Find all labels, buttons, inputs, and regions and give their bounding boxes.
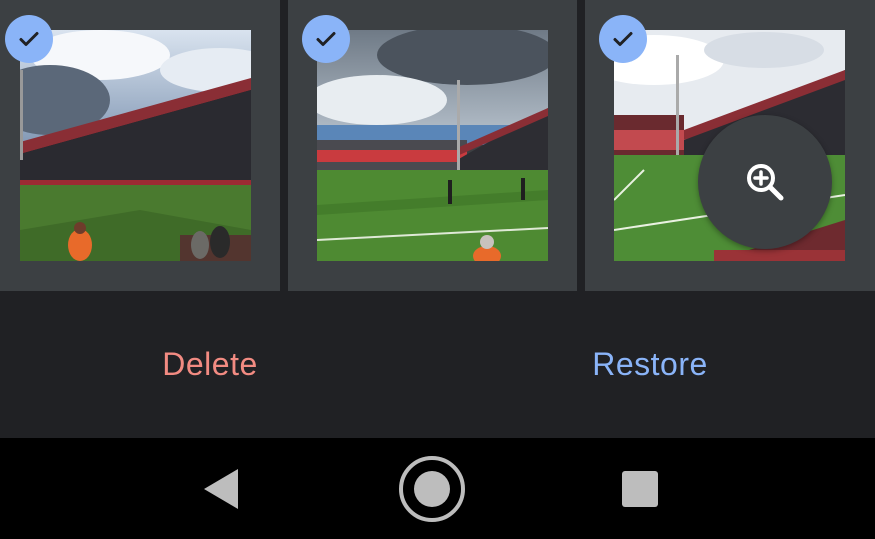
delete-button[interactable]: Delete xyxy=(105,291,315,438)
photo-thumbnail-2[interactable] xyxy=(317,30,548,261)
check-icon xyxy=(316,32,336,46)
home-button[interactable] xyxy=(372,438,492,539)
zoom-in-button[interactable] xyxy=(698,115,832,249)
photo-tile-2[interactable] xyxy=(288,0,577,291)
back-button[interactable] xyxy=(160,438,280,539)
selected-check-3[interactable] xyxy=(599,15,647,63)
back-triangle-icon xyxy=(204,468,238,509)
action-bar: Delete Restore xyxy=(0,291,875,438)
photo-tile-1[interactable] xyxy=(0,0,280,291)
photo-thumbnail-1[interactable] xyxy=(20,30,251,261)
zoom-in-icon xyxy=(747,164,784,201)
recents-button[interactable] xyxy=(580,438,700,539)
system-navigation-bar xyxy=(0,438,875,539)
recents-square-icon xyxy=(622,470,658,507)
selected-check-2[interactable] xyxy=(302,15,350,63)
check-icon xyxy=(19,32,39,46)
photo-grid xyxy=(0,0,875,291)
restore-button[interactable]: Restore xyxy=(545,291,755,438)
selected-check-1[interactable] xyxy=(5,15,53,63)
check-icon xyxy=(613,32,633,46)
home-circle-icon xyxy=(399,455,465,522)
